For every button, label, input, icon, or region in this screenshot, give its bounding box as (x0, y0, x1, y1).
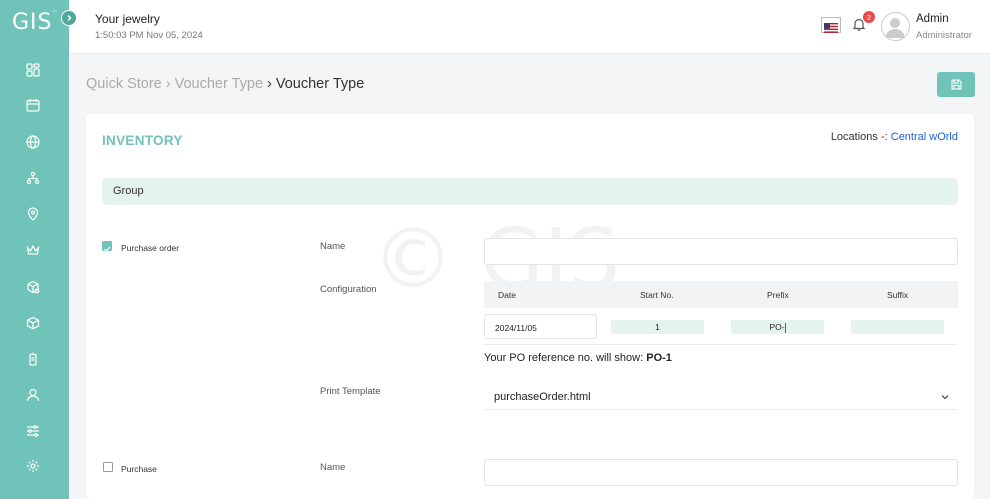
sliders-icon[interactable] (24, 422, 42, 440)
location-link[interactable]: Central wOrld (891, 131, 958, 143)
sidebar-toggle-button[interactable] (61, 10, 77, 26)
sidebar: GIS™ (0, 0, 69, 499)
chevron-right-icon (67, 15, 72, 21)
chevron-right-icon: › (267, 76, 272, 92)
date-input[interactable]: 2024/11/05 (484, 314, 597, 339)
text-cursor (784, 322, 786, 333)
current-datetime: 1:50:03 PM Nov 05, 2024 (95, 30, 203, 41)
user-name[interactable]: Admin (916, 13, 949, 25)
name-label: Name (320, 462, 346, 473)
save-icon (950, 79, 962, 90)
breadcrumb: Quick Store › Voucher Type › Voucher Type (86, 76, 364, 92)
column-header: Start No. (640, 290, 674, 300)
suffix-input[interactable] (851, 320, 944, 334)
dashboard-icon[interactable] (24, 61, 42, 79)
purchase-name-input[interactable] (484, 459, 958, 486)
save-button[interactable] (937, 72, 975, 97)
crown-icon[interactable] (24, 241, 42, 259)
purchase-order-label: Purchase order (121, 243, 180, 253)
avatar[interactable] (881, 12, 910, 41)
start-no-input[interactable]: 1 (611, 320, 704, 334)
column-header: Suffix (887, 290, 909, 300)
print-template-select[interactable]: purchaseOrder.html (484, 383, 958, 410)
configuration-table-header: Date Start No. Prefix Suffix (484, 281, 958, 308)
mobile-icon[interactable] (24, 350, 42, 368)
chevron-down-icon (941, 395, 949, 400)
purchase-order-checkbox[interactable] (102, 241, 112, 252)
location-pin-icon[interactable] (24, 205, 42, 223)
section-title: INVENTORY (102, 133, 183, 148)
breadcrumb-item-voucher-type[interactable]: Voucher Type (175, 76, 263, 92)
logo[interactable]: GIS™ (12, 10, 59, 35)
reference-preview: Your PO reference no. will show: PO-1 (484, 352, 672, 364)
column-header: Prefix (767, 290, 789, 300)
name-label: Name (320, 241, 346, 252)
notification-badge: 2 (863, 11, 875, 23)
purchase-checkbox[interactable] (103, 462, 113, 472)
breadcrumb-item-quick-store[interactable]: Quick Store (86, 76, 162, 92)
user-icon[interactable] (24, 386, 42, 404)
group-header: Group (102, 178, 958, 205)
prefix-input[interactable]: PO- (731, 320, 824, 334)
inventory-card: © GIS INVENTORY Locations -: Central wOr… (86, 114, 974, 499)
calendar-icon[interactable] (24, 96, 42, 114)
column-header: Date (498, 290, 516, 300)
package-search-icon[interactable] (24, 278, 42, 296)
purchase-label: Purchase (121, 464, 157, 474)
us-flag-icon[interactable] (821, 17, 841, 33)
check-icon (103, 246, 111, 252)
chevron-right-icon: › (165, 76, 171, 92)
company-name: Your jewelry (95, 12, 160, 26)
hierarchy-icon[interactable] (24, 169, 42, 187)
name-input[interactable] (484, 238, 958, 265)
configuration-label: Configuration (320, 284, 377, 295)
page-title: Voucher Type (275, 76, 365, 92)
settings-icon[interactable] (24, 457, 42, 475)
locations: Locations -: Central wOrld (830, 131, 958, 143)
box-icon[interactable] (24, 314, 42, 332)
top-bar: Your jewelry 1:50:03 PM Nov 05, 2024 2 A… (69, 0, 990, 54)
divider (484, 344, 958, 345)
globe-icon[interactable] (24, 133, 42, 151)
print-template-label: Print Template (320, 386, 381, 397)
user-role: Administrator (916, 30, 972, 41)
